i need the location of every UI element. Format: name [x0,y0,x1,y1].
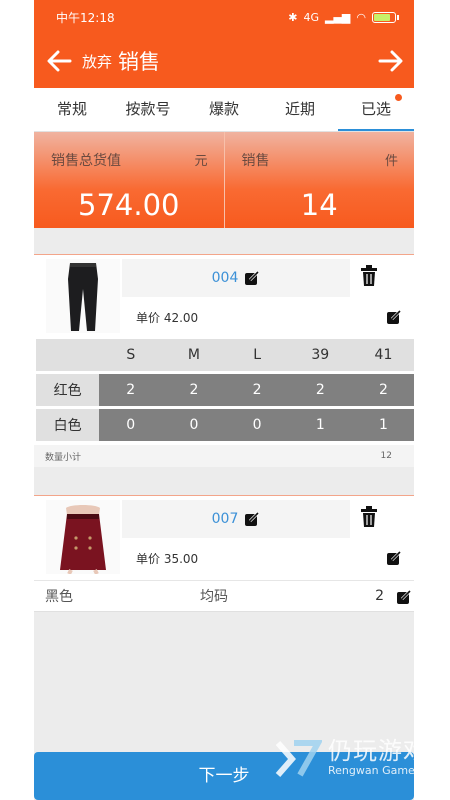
size-header-row: S M L 39 41 [34,339,414,374]
qty-cell[interactable]: 1 [351,409,414,441]
qty-cell[interactable]: 2 [162,374,226,406]
header-bar: 放弃 销售 [34,34,414,88]
unit-price: 单价 42.00 [136,311,199,325]
qty-cell[interactable]: 2 [225,374,289,406]
total-value: 574.00 [78,188,180,222]
tab-recent[interactable]: 近期 [262,88,338,131]
total-count-unit: 件 [384,154,398,169]
tab-hot[interactable]: 爆款 [186,88,262,131]
watermark-logo-icon [275,740,322,777]
qty-cell[interactable]: 0 [99,409,163,441]
bluetooth-icon: ✱ [288,10,298,24]
qty-cell[interactable]: 2 [99,374,163,406]
badge-dot [395,94,402,101]
variant-row: 黑色 均码 2 [34,580,414,612]
size-header: 39 [288,339,352,371]
watermark: 仍玩游戏 Rengwan Games [274,735,444,781]
app-screen: 中午12:18 ✱ 4G ▂▄▆ ◠ 放弃 销售 常规 按款号 爆款 近期 已选… [34,0,414,800]
quantity-subtotal: 数量小计 12 [34,445,414,467]
total-value-unit: 元 [194,154,208,169]
size-header: S [99,339,163,371]
product-image-skirt[interactable] [46,500,120,575]
status-time: 中午12:18 [56,10,115,25]
status-bar: 中午12:18 ✱ 4G ▂▄▆ ◠ [34,0,414,34]
price-edit-icon[interactable] [386,309,402,325]
product-code-bar[interactable]: 004 [122,259,350,297]
total-count-label: 销售 [241,153,270,169]
product-image-leggings[interactable] [46,259,120,333]
product-card: 004 单价 42.00 S M L 39 41 红色 2 2 2 2 2 白色… [34,254,414,467]
variant-color: 黑色 [45,589,73,605]
qty-cell[interactable]: 0 [225,409,289,441]
product-code-bar[interactable]: 007 [122,500,350,538]
size-header: 41 [351,339,414,371]
unit-price: 单价 35.00 [136,552,199,566]
page-title: 销售 [118,50,161,74]
trash-icon[interactable] [360,506,378,528]
subtotal-label: 数量小计 [45,452,82,463]
watermark-text: 仍玩游戏 Rengwan Games [328,738,428,778]
network-label: 4G [303,10,319,24]
trash-icon[interactable] [360,265,378,287]
tab-regular[interactable]: 常规 [34,88,110,131]
color-label: 红色 [36,374,100,406]
total-value-label: 销售总货值 [51,153,121,169]
tab-selected-label: 已选 [360,100,391,118]
variant-size: 均码 [200,589,228,605]
total-count-box: 销售 件 14 [223,132,415,228]
tab-bar: 常规 按款号 爆款 近期 已选 [34,88,414,132]
size-color-grid: S M L 39 41 红色 2 2 2 2 2 白色 0 0 0 1 1 [34,339,414,444]
price-edit-icon[interactable] [386,550,402,566]
back-arrow-icon[interactable] [42,41,76,81]
qty-cell[interactable]: 2 [288,374,352,406]
total-value-box: 销售总货值 元 574.00 [34,132,224,228]
color-row-red: 红色 2 2 2 2 2 [34,374,414,409]
battery-icon [372,11,399,23]
tab-selected[interactable]: 已选 [338,88,414,131]
sales-summary: 销售总货值 元 574.00 销售 件 14 [34,132,414,228]
edit-icon[interactable] [244,270,260,286]
product-card: 007 单价 35.00 黑色 均码 2 [34,495,414,612]
color-row-white: 白色 0 0 0 1 1 [34,409,414,444]
product-code: 004 [211,270,239,286]
qty-edit-icon[interactable] [396,589,412,605]
discard-button[interactable]: 放弃 [82,51,112,72]
size-header: L [225,339,289,371]
tab-by-style[interactable]: 按款号 [110,88,186,131]
subtotal-value: 12 [380,451,392,461]
variant-qty: 2 [375,588,384,604]
grid-corner [36,339,100,371]
qty-cell[interactable]: 0 [162,409,226,441]
edit-icon[interactable] [244,511,260,527]
color-label: 白色 [36,409,100,441]
size-header: M [162,339,226,371]
wifi-icon: ◠ [356,10,366,24]
qty-cell[interactable]: 1 [288,409,352,441]
status-icons: ✱ 4G ▂▄▆ ◠ [288,10,399,24]
forward-arrow-icon[interactable] [374,41,408,81]
qty-cell[interactable]: 2 [351,374,414,406]
signal-icon: ▂▄▆ [325,10,351,24]
watermark-cn: 仍玩游戏 [328,737,428,765]
total-count: 14 [300,188,338,222]
product-code: 007 [211,511,239,527]
watermark-en: Rengwan Games [328,764,421,777]
